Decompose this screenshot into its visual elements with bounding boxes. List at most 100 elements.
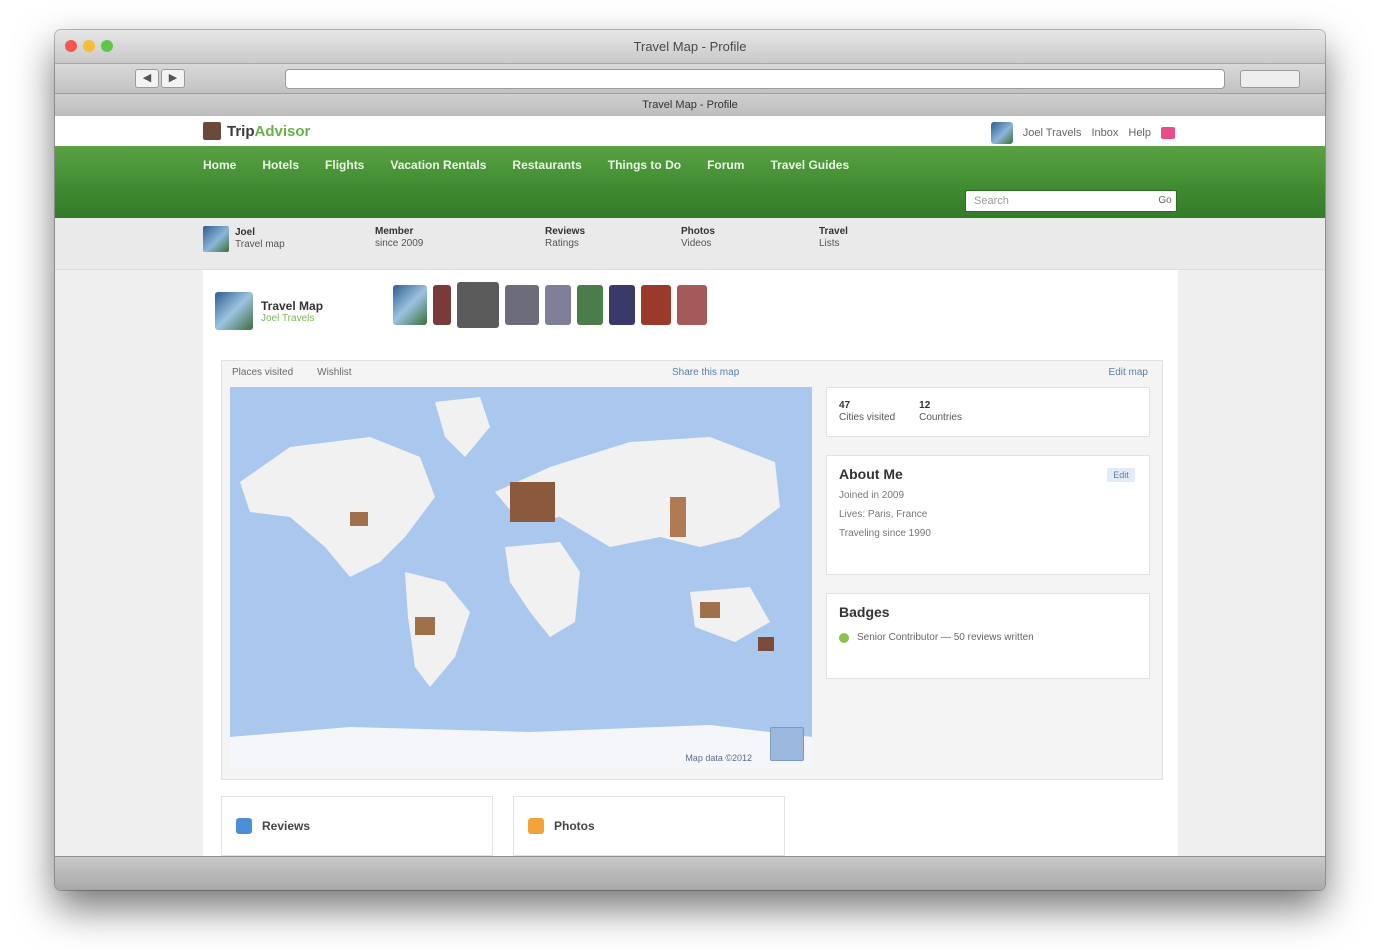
- main-navigation: Home Hotels Flights Vacation Rentals Res…: [55, 146, 1325, 218]
- address-bar[interactable]: [285, 69, 1225, 89]
- badge-item[interactable]: Senior Contributor — 50 reviews written: [839, 632, 1137, 643]
- map-zoom-control[interactable]: [770, 727, 804, 761]
- tab-places-visited[interactable]: Places visited: [232, 367, 293, 378]
- map-pin-new-zealand[interactable]: [758, 637, 774, 651]
- page-title: Travel Map: [261, 298, 324, 313]
- subnav-sub: Ratings: [545, 238, 579, 249]
- friend-avatar[interactable]: [577, 285, 603, 325]
- friend-avatar[interactable]: [609, 285, 635, 325]
- subnav-sub: since 2009: [375, 238, 424, 249]
- logo-text: TripAdvisor: [227, 122, 311, 140]
- profile-sidebar: 47 Cities visited 12 Countries About Me Ed…: [826, 387, 1150, 679]
- about-title: About Me: [839, 466, 903, 482]
- map-pin-south-america[interactable]: [415, 617, 435, 635]
- reviews-icon: [236, 818, 252, 834]
- nav-item-travel-guides[interactable]: Travel Guides: [770, 158, 849, 172]
- subnav-title: Photos: [681, 226, 715, 237]
- map-pin-oceania[interactable]: [700, 602, 720, 618]
- world-map[interactable]: Map data ©2012: [230, 387, 812, 769]
- edit-map-link[interactable]: Edit map: [1109, 367, 1148, 378]
- back-icon[interactable]: ◀: [135, 69, 159, 88]
- subnav-sub: Travel map: [235, 239, 285, 250]
- world-map-svg: [230, 387, 812, 769]
- subnav-item-member[interactable]: Member since 2009: [375, 226, 423, 250]
- avatar[interactable]: [990, 122, 1013, 144]
- nav-item-forum[interactable]: Forum: [707, 158, 744, 172]
- reader-button[interactable]: [1240, 70, 1300, 88]
- owl-logo-icon: [203, 122, 221, 140]
- subnav-sub: Lists: [819, 238, 840, 249]
- about-line: Lives: Paris, France: [839, 509, 928, 520]
- subnav-item-lists[interactable]: Travel Lists: [819, 226, 848, 250]
- subnav-item-photos[interactable]: Photos Videos: [681, 226, 715, 250]
- browser-window: Travel Map - Profile ◀ ▶ Travel Map - Pr…: [55, 30, 1325, 890]
- inbox-link[interactable]: Inbox: [1091, 127, 1118, 139]
- profile-header: Travel Map Joel Travels: [215, 292, 323, 330]
- browser-toolbar: ◀ ▶: [55, 64, 1325, 94]
- nav-item-flights[interactable]: Flights: [325, 158, 364, 172]
- subnav-title: Reviews: [545, 226, 586, 237]
- history-buttons: ◀ ▶: [135, 69, 185, 88]
- site-header: TripAdvisor Joel Travels Inbox Help: [55, 116, 1325, 146]
- help-link[interactable]: Help: [1128, 127, 1151, 139]
- subnav-item-reviews[interactable]: Reviews Ratings: [545, 226, 585, 250]
- subnav-item-profile[interactable]: Joel Travel map: [203, 226, 285, 252]
- map-pin-north-america[interactable]: [350, 512, 368, 526]
- photos-icon: [528, 818, 544, 834]
- map-pin-europe[interactable]: [510, 482, 555, 522]
- nav-item-things-to-do[interactable]: Things to Do: [608, 158, 681, 172]
- profile-subnav: Joel Travel map Member since 2009 Reviews R…: [55, 218, 1325, 270]
- about-line: Joined in 2009: [839, 490, 905, 501]
- friend-avatar[interactable]: [393, 285, 427, 325]
- card-label: Photos: [554, 819, 595, 833]
- edit-about-button[interactable]: Edit: [1107, 468, 1135, 482]
- search-input[interactable]: Search Go: [965, 190, 1177, 212]
- bottom-cards: Reviews Photos: [221, 796, 785, 856]
- search-button[interactable]: Go: [1157, 194, 1173, 208]
- page-viewport: TripAdvisor Joel Travels Inbox Help Home…: [55, 116, 1325, 856]
- notification-icon[interactable]: [1161, 127, 1175, 139]
- desktop: Travel Map - Profile ◀ ▶ Travel Map - Pr…: [0, 0, 1378, 950]
- nav-item-home[interactable]: Home: [203, 158, 236, 172]
- friend-avatar[interactable]: [457, 282, 499, 328]
- user-name-link[interactable]: Joel Travels: [1023, 127, 1082, 139]
- stat-cities: 47 Cities visited: [839, 400, 896, 423]
- stat-countries: 12 Countries: [919, 400, 962, 423]
- nav-item-hotels[interactable]: Hotels: [262, 158, 299, 172]
- site-logo[interactable]: TripAdvisor: [203, 122, 310, 140]
- map-pin-asia[interactable]: [670, 497, 686, 537]
- profile-subtitle[interactable]: Joel Travels: [261, 313, 323, 324]
- badges-box: Badges Senior Contributor — 50 reviews w…: [826, 593, 1150, 679]
- avatar[interactable]: [215, 292, 253, 330]
- stats-box: 47 Cities visited 12 Countries: [826, 387, 1150, 437]
- travel-map-panel: Places visited Wishlist Share this map E…: [221, 360, 1163, 780]
- tab-wishlist[interactable]: Wishlist: [317, 367, 351, 378]
- friend-avatar[interactable]: [433, 285, 451, 325]
- about-me-box: About Me Edit Joined in 2009 Lives: Pari…: [826, 455, 1150, 575]
- friend-avatar[interactable]: [505, 285, 539, 325]
- nav-item-vacation-rentals[interactable]: Vacation Rentals: [390, 158, 486, 172]
- window-title: Travel Map - Profile: [633, 39, 747, 54]
- friend-avatar[interactable]: [641, 285, 671, 325]
- subnav-sub: Videos: [681, 238, 712, 249]
- nav-item-restaurants[interactable]: Restaurants: [512, 158, 581, 172]
- friend-avatar[interactable]: [545, 285, 571, 325]
- tab-active[interactable]: Travel Map - Profile: [55, 94, 1325, 116]
- browser-statusbar: [55, 856, 1325, 890]
- badge-icon: [839, 632, 849, 643]
- user-menu: Joel Travels Inbox Help: [990, 122, 1175, 144]
- profile-thumb: [203, 226, 229, 252]
- friends-strip: [393, 282, 707, 328]
- tab-bar: Travel Map - Profile: [55, 94, 1325, 116]
- share-map-link[interactable]: Share this map: [672, 367, 739, 378]
- about-line: Traveling since 1990: [839, 528, 931, 539]
- badges-title: Badges: [839, 604, 890, 620]
- reviews-card[interactable]: Reviews: [221, 796, 493, 856]
- friend-avatar[interactable]: [677, 285, 707, 325]
- map-credit: Map data ©2012: [685, 753, 752, 763]
- photos-card[interactable]: Photos: [513, 796, 785, 856]
- card-label: Reviews: [262, 819, 311, 833]
- forward-icon[interactable]: ▶: [161, 69, 185, 88]
- badge-label: Senior Contributor — 50 reviews written: [857, 632, 1034, 643]
- profile-content: Travel Map Joel Travels Places visited W…: [203, 270, 1178, 856]
